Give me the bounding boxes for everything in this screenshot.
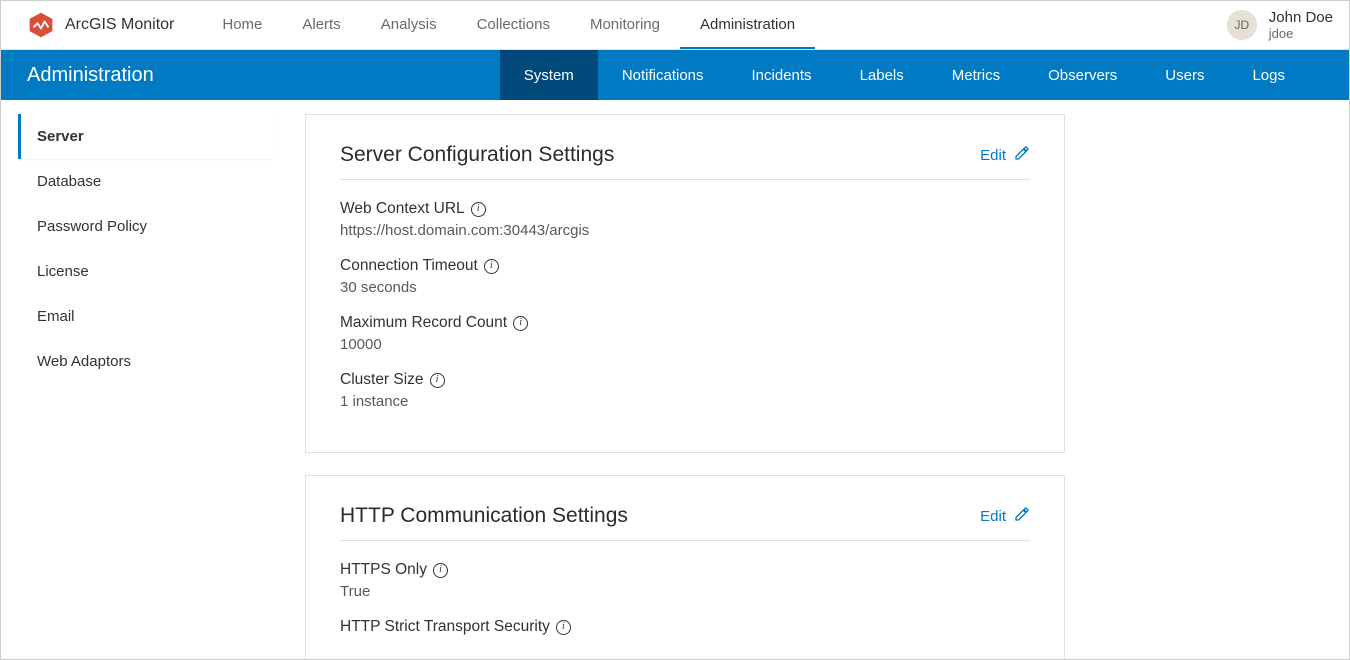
tab-incidents[interactable]: Incidents <box>728 50 836 100</box>
card-server-config: Server Configuration Settings Edit Web C… <box>305 114 1065 453</box>
field-value: 10000 <box>340 336 1030 353</box>
edit-button[interactable]: Edit <box>980 145 1030 165</box>
field-label: Connection Timeout <box>340 257 478 275</box>
sidebar-item-server[interactable]: Server <box>18 114 273 159</box>
sidebar-item-password-policy[interactable]: Password Policy <box>18 204 273 249</box>
edit-button[interactable]: Edit <box>980 506 1030 526</box>
tab-labels[interactable]: Labels <box>836 50 928 100</box>
card-title: HTTP Communication Settings <box>340 504 628 528</box>
info-icon[interactable]: i <box>513 316 528 331</box>
tab-logs[interactable]: Logs <box>1228 50 1309 100</box>
tab-observers[interactable]: Observers <box>1024 50 1141 100</box>
sidebar-item-email[interactable]: Email <box>18 294 273 339</box>
info-icon[interactable]: i <box>433 563 448 578</box>
field-value: https://host.domain.com:30443/arcgis <box>340 222 1030 239</box>
field-label: Cluster Size <box>340 371 424 389</box>
admin-bar: Administration System Notifications Inci… <box>1 50 1349 100</box>
sidebar-item-web-adaptors[interactable]: Web Adaptors <box>18 339 273 384</box>
user-login: jdoe <box>1269 26 1333 41</box>
pencil-icon <box>1014 145 1030 165</box>
page-title: Administration <box>1 50 154 100</box>
card-title: Server Configuration Settings <box>340 143 614 167</box>
info-icon[interactable]: i <box>471 202 486 217</box>
content: Server Database Password Policy License … <box>1 100 1349 659</box>
tab-notifications[interactable]: Notifications <box>598 50 728 100</box>
user-name: John Doe <box>1269 9 1333 26</box>
field: Cluster Size i 1 instance <box>340 371 1030 410</box>
tab-metrics[interactable]: Metrics <box>928 50 1024 100</box>
topnav-item-analysis[interactable]: Analysis <box>361 1 457 49</box>
app-logo-icon <box>27 11 55 39</box>
field: HTTPS Only i True <box>340 561 1030 600</box>
field-label: Web Context URL <box>340 200 465 218</box>
topnav-item-monitoring[interactable]: Monitoring <box>570 1 680 49</box>
field: HTTP Strict Transport Security i <box>340 618 1030 636</box>
admin-tabs: System Notifications Incidents Labels Me… <box>500 50 1349 100</box>
topnav-item-home[interactable]: Home <box>202 1 282 49</box>
field-label: Maximum Record Count <box>340 314 507 332</box>
topnav-item-administration[interactable]: Administration <box>680 1 815 49</box>
field-label: HTTP Strict Transport Security <box>340 618 550 636</box>
tab-users[interactable]: Users <box>1141 50 1228 100</box>
topnav-item-alerts[interactable]: Alerts <box>282 1 360 49</box>
app-name: ArcGIS Monitor <box>65 16 174 34</box>
top-nav: Home Alerts Analysis Collections Monitor… <box>202 1 815 49</box>
sidebar-item-license[interactable]: License <box>18 249 273 294</box>
field-value: True <box>340 583 1030 600</box>
sidebar: Server Database Password Policy License … <box>1 114 273 659</box>
info-icon[interactable]: i <box>484 259 499 274</box>
field: Connection Timeout i 30 seconds <box>340 257 1030 296</box>
avatar: JD <box>1227 10 1257 40</box>
main-panel: Server Configuration Settings Edit Web C… <box>273 114 1349 659</box>
field-value: 1 instance <box>340 393 1030 410</box>
card-http-settings: HTTP Communication Settings Edit HTTPS O… <box>305 475 1065 659</box>
edit-label: Edit <box>980 508 1006 525</box>
field-label: HTTPS Only <box>340 561 427 579</box>
info-icon[interactable]: i <box>430 373 445 388</box>
user-menu[interactable]: JD John Doe jdoe <box>1227 9 1333 41</box>
sidebar-item-database[interactable]: Database <box>18 159 273 204</box>
tab-system[interactable]: System <box>500 50 598 100</box>
field-value: 30 seconds <box>340 279 1030 296</box>
pencil-icon <box>1014 506 1030 526</box>
topnav-item-collections[interactable]: Collections <box>457 1 570 49</box>
field: Maximum Record Count i 10000 <box>340 314 1030 353</box>
info-icon[interactable]: i <box>556 620 571 635</box>
edit-label: Edit <box>980 147 1006 164</box>
field: Web Context URL i https://host.domain.com… <box>340 200 1030 239</box>
top-bar: ArcGIS Monitor Home Alerts Analysis Coll… <box>1 1 1349 50</box>
